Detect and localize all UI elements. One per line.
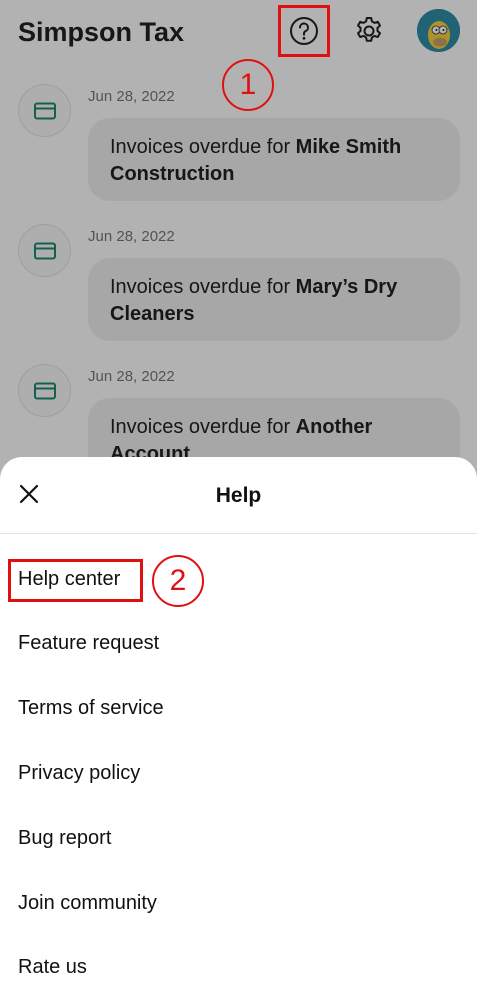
menu-item-rate-us[interactable]: Rate us xyxy=(18,956,87,979)
menu-item-terms-of-service[interactable]: Terms of service xyxy=(18,697,164,720)
menu-item-privacy-policy[interactable]: Privacy policy xyxy=(18,762,140,785)
divider xyxy=(0,533,477,534)
help-bottom-sheet: Help Help center Feature request Terms o… xyxy=(0,457,477,1003)
menu-item-bug-report[interactable]: Bug report xyxy=(18,827,111,850)
step-marker-2: 2 xyxy=(152,555,204,607)
menu-item-join-community[interactable]: Join community xyxy=(18,892,157,915)
menu-item-feature-request[interactable]: Feature request xyxy=(18,632,159,655)
step-marker-1: 1 xyxy=(222,59,274,111)
highlight-box-help-icon xyxy=(278,5,330,57)
sheet-title: Help xyxy=(215,484,262,507)
highlight-box-help-center xyxy=(8,559,143,602)
